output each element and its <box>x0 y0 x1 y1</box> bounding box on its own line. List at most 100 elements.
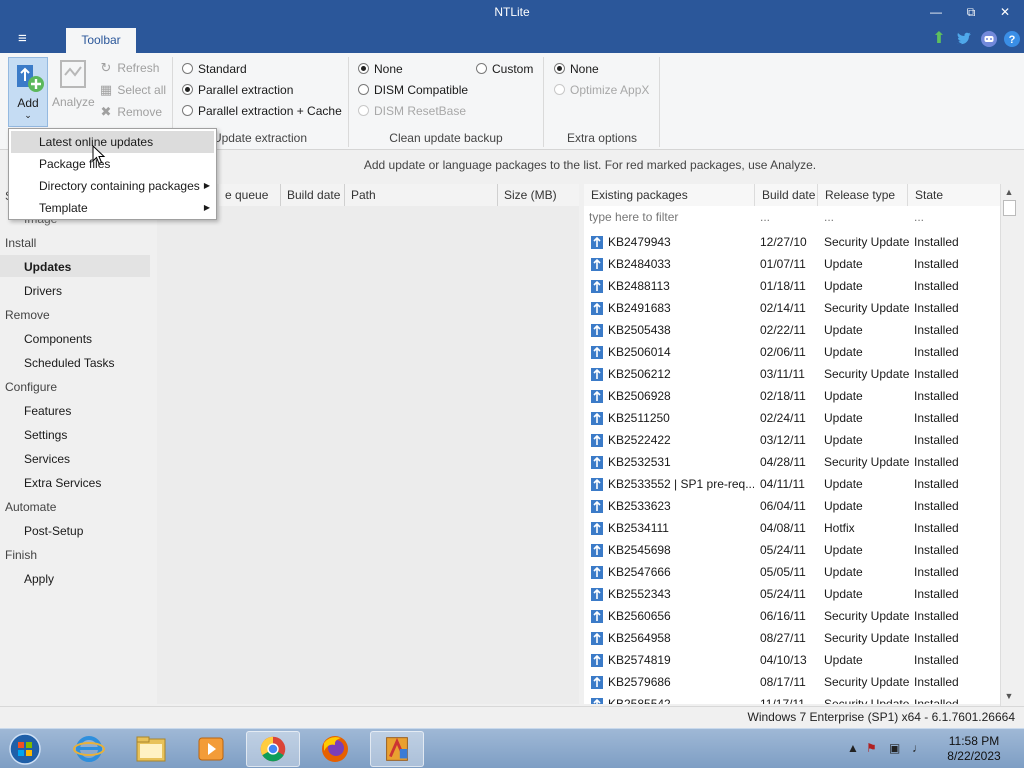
sidebar-item-drivers[interactable]: Drivers <box>24 284 62 298</box>
sidebar-item-features[interactable]: Features <box>24 404 71 418</box>
select-all-button[interactable]: ▦ Select all <box>98 81 166 99</box>
table-row[interactable]: KB2564958 08/27/11 Security Update Installe… <box>584 628 1000 650</box>
radio-cleanup-none[interactable]: None <box>358 60 403 78</box>
table-row[interactable]: KB2534111 04/08/11 Hotfix Installed <box>584 518 1000 540</box>
add-button[interactable]: Add ⌄ <box>8 57 48 127</box>
firefox-icon[interactable] <box>308 731 362 767</box>
table-row[interactable]: KB2479943 12/27/10 Security Update Installe… <box>584 232 1000 254</box>
column-header-build-date[interactable]: Build date <box>281 184 345 206</box>
radio-cleanup-custom[interactable]: Custom <box>476 60 533 78</box>
table-row[interactable]: KB2545698 05/24/11 Update Installed <box>584 540 1000 562</box>
table-row[interactable]: KB2547666 05/05/11 Update Installed <box>584 562 1000 584</box>
scroll-thumb[interactable] <box>1003 200 1016 216</box>
table-row[interactable]: KB2511250 02/24/11 Update Installed <box>584 408 1000 430</box>
existing-packages-panel[interactable]: Existing packages Build date Release typ… <box>584 184 1000 704</box>
sidebar-item-scheduled-tasks[interactable]: Scheduled Tasks <box>24 356 115 370</box>
column-header-state[interactable]: State <box>908 184 1000 206</box>
radio-dism-compatible[interactable]: DISM Compatible <box>358 81 468 99</box>
sidebar-item-updates[interactable]: Updates <box>24 260 71 274</box>
analyze-button[interactable]: Analyze <box>52 59 95 119</box>
filter-state[interactable]: ... <box>914 210 924 224</box>
package-name: KB2585542 <box>608 697 671 704</box>
table-row[interactable]: KB2532531 04/28/11 Security Update Installe… <box>584 452 1000 474</box>
remove-button[interactable]: ✖ Remove <box>98 103 162 121</box>
package-state: Installed <box>914 301 959 315</box>
sidebar-active-highlight <box>0 255 150 277</box>
taskbar-clock[interactable]: 11:58 PM 8/22/2023 <box>944 734 1004 764</box>
hamburger-menu-icon[interactable]: ≡ <box>18 30 46 50</box>
table-row[interactable]: KB2552343 05/24/11 Update Installed <box>584 584 1000 606</box>
table-row[interactable]: KB2533623 06/04/11 Update Installed <box>584 496 1000 518</box>
sidebar-item-extra-services[interactable]: Extra Services <box>24 476 101 490</box>
twitter-icon[interactable] <box>955 30 973 48</box>
table-row[interactable]: KB2522422 03/12/11 Update Installed <box>584 430 1000 452</box>
volume-icon[interactable]: ♩ <box>912 741 924 755</box>
maximize-button[interactable]: ⧉ <box>956 2 986 22</box>
package-release-type: Security Update <box>824 675 910 689</box>
sidebar-item-settings[interactable]: Settings <box>24 428 67 442</box>
action-center-flag-icon[interactable]: ⚑ <box>866 741 877 755</box>
add-package-icon <box>17 65 44 92</box>
media-player-icon[interactable] <box>184 731 238 767</box>
column-header-existing-packages[interactable]: Existing packages <box>584 184 755 206</box>
radio-parallel-circle <box>182 84 193 95</box>
ntlite-icon[interactable] <box>370 731 424 767</box>
table-row[interactable]: KB2488113 01/18/11 Update Installed <box>584 276 1000 298</box>
table-row[interactable]: KB2505438 02/22/11 Update Installed <box>584 320 1000 342</box>
table-row[interactable]: KB2506212 03/11/11 Security Update Installe… <box>584 364 1000 386</box>
column-header-size[interactable]: Size (MB) <box>498 184 579 206</box>
radio-standard-circle <box>182 63 193 74</box>
column-header-queue[interactable]: e queue <box>219 184 281 206</box>
tab-toolbar[interactable]: Toolbar <box>66 28 136 53</box>
column-header-release-type[interactable]: Release type <box>818 184 908 206</box>
table-row[interactable]: KB2533552 | SP1 pre-req... 04/11/11 Update… <box>584 474 1000 496</box>
filter-release-type[interactable]: ... <box>824 210 834 224</box>
table-row[interactable]: KB2579686 08/17/11 Security Update Installe… <box>584 672 1000 694</box>
table-row[interactable]: KB2506014 02/06/11 Update Installed <box>584 342 1000 364</box>
analyze-label: Analyze <box>52 95 95 109</box>
ribbon-separator <box>659 57 660 147</box>
menu-item-package-files[interactable]: Package files <box>11 153 214 175</box>
upgrade-arrow-icon[interactable]: ⬆ <box>930 30 948 48</box>
radio-parallel-extraction[interactable]: Parallel extraction <box>182 81 293 99</box>
radio-parallel-cache[interactable]: Parallel extraction + Cache <box>182 102 342 120</box>
sidebar-item-post-setup[interactable]: Post-Setup <box>24 524 83 538</box>
file-explorer-icon[interactable] <box>124 731 178 767</box>
column-header-build-date[interactable]: Build date <box>755 184 818 206</box>
close-button[interactable]: ✕ <box>990 2 1020 22</box>
table-row[interactable]: KB2484033 01/07/11 Update Installed <box>584 254 1000 276</box>
package-icon <box>591 522 603 535</box>
filter-build-date[interactable]: ... <box>760 210 770 224</box>
sidebar-item-apply[interactable]: Apply <box>24 572 54 586</box>
refresh-button[interactable]: ↻ Refresh <box>98 59 160 77</box>
network-icon[interactable]: ▣ <box>889 741 900 755</box>
tray-expand-icon[interactable]: ▲ <box>847 741 859 755</box>
radio-standard[interactable]: Standard <box>182 60 247 78</box>
scroll-up-button[interactable]: ▲ <box>1001 184 1017 200</box>
update-queue-panel[interactable]: e queue Build date Path Size (MB) <box>157 184 579 704</box>
help-icon[interactable]: ? <box>1003 30 1021 48</box>
table-row[interactable]: KB2574819 04/10/13 Update Installed <box>584 650 1000 672</box>
package-name: KB2532531 <box>608 455 671 469</box>
sidebar-item-components[interactable]: Components <box>24 332 92 346</box>
menu-item-directory-containing-packages[interactable]: Directory containing packages ▶ <box>11 175 214 197</box>
table-row[interactable]: KB2491683 02/14/11 Security Update Installe… <box>584 298 1000 320</box>
discord-icon[interactable] <box>980 30 998 48</box>
internet-explorer-icon[interactable] <box>62 731 116 767</box>
radio-extra-none-circle <box>554 63 565 74</box>
chrome-icon[interactable] <box>246 731 300 767</box>
vertical-scrollbar[interactable]: ▲ ▼ <box>1000 184 1017 706</box>
menu-item-template[interactable]: Template ▶ <box>11 197 214 219</box>
start-orb-icon[interactable] <box>6 731 44 767</box>
menu-item-latest-online-updates[interactable]: Latest online updates <box>11 131 214 153</box>
table-row[interactable]: KB2585542 11/17/11 Security Update Installe… <box>584 694 1000 704</box>
sidebar-section-configure: Configure <box>5 380 58 394</box>
column-header-path[interactable]: Path <box>345 184 498 206</box>
table-row[interactable]: KB2560656 06/16/11 Security Update Installe… <box>584 606 1000 628</box>
minimize-button[interactable]: — <box>921 2 951 22</box>
radio-extra-none[interactable]: None <box>554 60 599 78</box>
sidebar-item-services[interactable]: Services <box>24 452 70 466</box>
scroll-down-button[interactable]: ▼ <box>1001 688 1017 704</box>
table-row[interactable]: KB2506928 02/18/11 Update Installed <box>584 386 1000 408</box>
filter-input[interactable]: type here to filter <box>589 210 678 224</box>
